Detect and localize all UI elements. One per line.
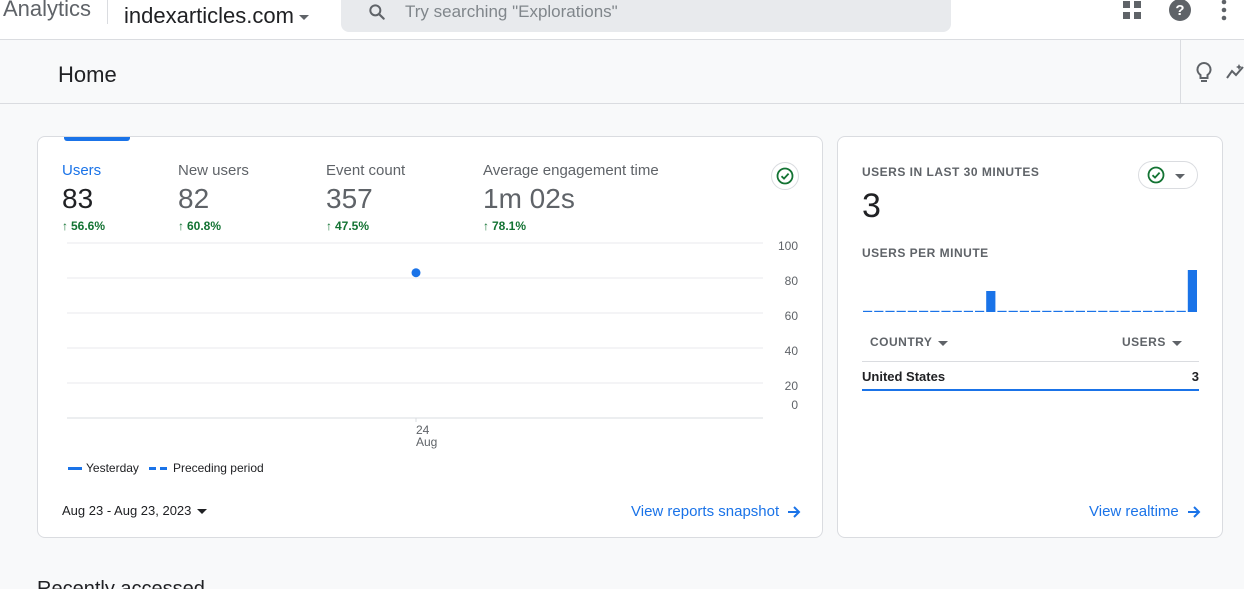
minute-bar[interactable]	[1109, 310, 1119, 312]
more-vert-icon[interactable]	[1212, 0, 1236, 22]
minute-bar[interactable]	[919, 310, 929, 312]
chevron-down-icon	[1175, 174, 1185, 179]
page-title: Home	[58, 62, 117, 87]
minute-bar[interactable]	[975, 310, 985, 312]
minute-bar[interactable]	[1098, 310, 1108, 312]
legend-yesterday: Yesterday	[86, 461, 139, 475]
minute-bar[interactable]	[997, 310, 1007, 312]
minute-bar[interactable]	[1187, 270, 1197, 312]
minute-bar[interactable]	[1165, 310, 1175, 312]
search-icon	[369, 4, 385, 20]
minute-bar[interactable]	[863, 310, 873, 312]
y-tick-label: 40	[785, 344, 799, 358]
y-tick-label: 0	[791, 398, 798, 412]
y-tick-label: 100	[778, 239, 798, 253]
row-proportion-bar	[862, 389, 1199, 391]
minute-bar[interactable]	[874, 310, 884, 312]
chevron-down-icon	[298, 15, 309, 20]
y-tick-label: 80	[785, 274, 799, 288]
x-tick-label-month: Aug	[416, 435, 437, 449]
legend-preceding: Preceding period	[172, 461, 264, 475]
divider	[1180, 40, 1181, 104]
svg-text:?: ?	[1175, 2, 1184, 19]
apps-grid-icon[interactable]	[1120, 0, 1144, 22]
users-per-minute-chart	[863, 270, 1197, 312]
data-point	[411, 268, 421, 278]
users-cell: 3	[1191, 369, 1199, 384]
app-brand[interactable]: Analytics	[3, 0, 91, 22]
chart-legend: Yesterday Preceding period	[68, 461, 264, 475]
minute-bar[interactable]	[907, 310, 917, 312]
search-bar[interactable]: Try searching "Explorations"	[341, 0, 951, 32]
property-selector[interactable]: indexarticles.com	[124, 3, 309, 29]
minute-bar[interactable]	[1154, 310, 1164, 312]
minute-bar[interactable]	[1019, 310, 1029, 312]
minute-bar[interactable]	[1008, 310, 1018, 312]
link-label: View realtime	[1089, 503, 1179, 520]
minute-bar[interactable]	[1064, 310, 1074, 312]
date-range-label: Aug 23 - Aug 23, 2023	[62, 503, 192, 518]
minute-bar[interactable]	[1143, 310, 1153, 312]
chevron-down-icon	[938, 341, 949, 346]
legend-swatch-dashed	[148, 466, 167, 470]
minute-bar[interactable]	[941, 310, 951, 312]
arrow-right-icon	[788, 505, 801, 518]
search-input[interactable]: Try searching "Explorations"	[405, 2, 618, 22]
minute-bar[interactable]	[1131, 310, 1141, 312]
overview-card: Users 83 ↑ 56.6% New users 82 ↑ 60.8% Even…	[37, 136, 823, 538]
view-realtime-link[interactable]: View realtime	[1089, 503, 1201, 520]
minute-bar[interactable]	[1042, 310, 1052, 312]
minute-bar[interactable]	[1120, 310, 1130, 312]
minute-bar[interactable]	[986, 291, 996, 312]
y-tick-label: 20	[785, 379, 799, 393]
table-row[interactable]: United States 3	[862, 369, 1199, 384]
view-reports-snapshot-link[interactable]: View reports snapshot	[631, 503, 801, 520]
property-name: indexarticles.com	[124, 3, 294, 28]
minute-bar[interactable]	[1075, 310, 1085, 312]
minute-bar[interactable]	[1087, 310, 1097, 312]
link-label: View reports snapshot	[631, 503, 780, 520]
arrow-right-icon	[1187, 505, 1201, 518]
realtime-card: USERS IN LAST 30 MINUTES 3 USERS PER MIN…	[837, 136, 1223, 538]
realtime-title: USERS IN LAST 30 MINUTES	[862, 165, 1040, 179]
minute-bar[interactable]	[1176, 310, 1186, 312]
date-range-selector[interactable]: Aug 23 - Aug 23, 2023	[62, 503, 208, 518]
divider	[862, 361, 1199, 362]
country-column-header[interactable]: COUNTRY	[870, 335, 949, 349]
column-label: COUNTRY	[870, 335, 933, 349]
y-tick-label: 60	[785, 309, 799, 323]
minute-bar[interactable]	[896, 310, 906, 312]
minute-bar[interactable]	[952, 310, 962, 312]
minute-bar[interactable]	[1031, 310, 1041, 312]
chevron-down-icon	[1171, 341, 1182, 346]
top-bar: Analytics indexarticles.com Try searchin…	[0, 0, 1244, 40]
insights-icon[interactable]	[1226, 62, 1244, 84]
chevron-down-icon	[197, 509, 208, 514]
check-circle-icon	[1147, 166, 1165, 184]
minute-bar[interactable]	[963, 310, 973, 312]
users-per-minute-title: USERS PER MINUTE	[862, 246, 989, 260]
page-header: Home	[0, 40, 1244, 104]
realtime-users-value: 3	[862, 187, 881, 225]
column-label: USERS	[1122, 335, 1166, 349]
realtime-status-dropdown[interactable]	[1138, 161, 1198, 189]
legend-swatch-solid	[68, 466, 82, 470]
lightbulb-icon[interactable]	[1193, 60, 1215, 86]
help-icon[interactable]: ?	[1168, 0, 1192, 22]
users-column-header[interactable]: USERS	[1122, 335, 1182, 349]
users-line-chart: 02040608010024Aug	[67, 239, 799, 449]
minute-bar[interactable]	[885, 310, 895, 312]
country-cell: United States	[862, 369, 946, 384]
section-heading: Recently accessed	[37, 578, 205, 589]
divider	[107, 0, 108, 24]
minute-bar[interactable]	[930, 310, 940, 312]
minute-bar[interactable]	[1053, 310, 1063, 312]
